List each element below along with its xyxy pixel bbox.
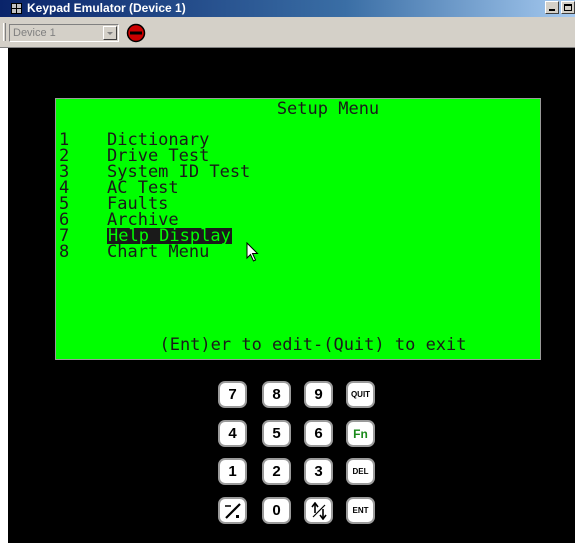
key-7[interactable]: 7 (218, 381, 247, 408)
key-decimal-sign[interactable] (218, 497, 247, 524)
menu-item-number: 8 (59, 242, 70, 262)
key-fn[interactable]: Fn (346, 420, 375, 447)
key-5[interactable]: 5 (262, 420, 291, 447)
lcd-footer-hint: (Ent)er to edit-(Quit) to exit (159, 335, 467, 355)
up-down-arrow-icon (310, 501, 327, 520)
chevron-down-icon[interactable] (103, 26, 117, 40)
toolbar: Device 1 (0, 17, 575, 48)
lcd-title: Setup Menu (276, 99, 380, 119)
window-controls (545, 1, 575, 16)
decimal-sign-icon (224, 502, 241, 519)
key-8[interactable]: 8 (262, 381, 291, 408)
stop-button[interactable] (126, 23, 146, 43)
key-del[interactable]: DEL (346, 458, 375, 485)
menu-item-chart-menu: 8 Chart Menu (59, 242, 209, 262)
emulator-panel: Setup Menu 1 Dictionary 2 Drive Test 3 S… (8, 48, 575, 543)
setup-menu: 1 Dictionary 2 Drive Test 3 System ID Te… (59, 132, 250, 262)
key-9[interactable]: 9 (304, 381, 333, 408)
key-2[interactable]: 2 (262, 458, 291, 485)
device-select-value: Device 1 (13, 27, 56, 39)
app-icon (11, 3, 22, 14)
window-title: Keypad Emulator (Device 1) (27, 1, 186, 15)
stop-icon (126, 23, 146, 43)
key-1[interactable]: 1 (218, 458, 247, 485)
key-4[interactable]: 4 (218, 420, 247, 447)
maximize-button[interactable] (561, 1, 575, 14)
mouse-cursor-icon (246, 242, 259, 262)
device-select[interactable]: Device 1 (9, 24, 119, 42)
toolbar-grip[interactable] (3, 23, 6, 41)
menu-item-label: Chart Menu (107, 242, 210, 262)
key-0[interactable]: 0 (262, 497, 291, 524)
key-6[interactable]: 6 (304, 420, 333, 447)
lcd-screen: Setup Menu 1 Dictionary 2 Drive Test 3 S… (55, 98, 541, 360)
key-ent[interactable]: ENT (346, 497, 375, 524)
minimize-button[interactable] (545, 1, 559, 14)
key-up-down[interactable] (304, 497, 333, 524)
title-bar: Keypad Emulator (Device 1) (0, 0, 575, 17)
key-quit[interactable]: QUIT (346, 381, 375, 408)
key-3[interactable]: 3 (304, 458, 333, 485)
